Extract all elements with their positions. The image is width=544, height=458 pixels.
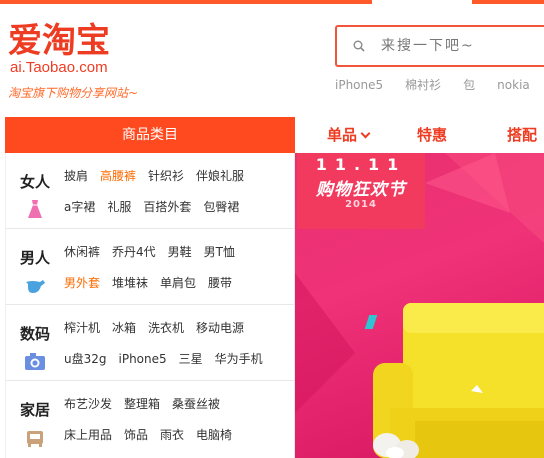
pipe-icon <box>26 280 45 293</box>
hot-word[interactable]: 包 <box>463 76 475 93</box>
category-link[interactable]: 饰品 <box>124 426 148 443</box>
category-link[interactable]: 三星 <box>179 350 203 367</box>
category-link[interactable]: 布艺沙发 <box>64 395 112 412</box>
category-link[interactable]: 堆堆袜 <box>112 274 148 291</box>
category-row: 床上用品 饰品 雨衣 电脑椅 <box>64 426 244 443</box>
logo-domain: ai.Taobao.com <box>10 59 108 76</box>
category-tab[interactable]: 商品类目 <box>5 117 295 153</box>
category-link[interactable]: u盘32g <box>64 350 107 367</box>
category-link[interactable]: 伴娘礼服 <box>196 167 244 184</box>
category-link[interactable]: 洗衣机 <box>148 319 184 336</box>
category-link[interactable]: 桑蚕丝被 <box>172 395 220 412</box>
sofa-image <box>373 303 544 458</box>
category-link[interactable]: 高腰裤 <box>100 167 136 184</box>
category-row: 男外套 堆堆袜 单肩包 腰带 <box>64 274 244 291</box>
category-link[interactable]: 休闲裤 <box>64 243 100 260</box>
nav-item-outfits[interactable]: 搭配 <box>507 117 537 153</box>
nav-item-deals[interactable]: 特惠 <box>417 117 447 153</box>
nav-item-label: 单品 <box>327 126 358 144</box>
category-name[interactable]: 女人 <box>20 171 50 192</box>
category-row: u盘32g iPhone5 三星 华为手机 <box>64 350 275 367</box>
category-row: 布艺沙发 整理箱 桑蚕丝被 <box>64 395 232 412</box>
top-accent-strip <box>0 0 544 4</box>
site-slogan: 淘宝旗下购物分享网站~ <box>8 86 139 100</box>
category-link[interactable]: 单肩包 <box>160 274 196 291</box>
search-icon <box>353 40 365 52</box>
category-link[interactable]: 披肩 <box>64 167 88 184</box>
category-link[interactable]: 腰带 <box>208 274 232 291</box>
category-link[interactable]: 男鞋 <box>168 243 192 260</box>
logo-text: 爱淘宝 <box>8 21 110 61</box>
category-link[interactable]: 百搭外套 <box>143 198 191 215</box>
category-name[interactable]: 数码 <box>20 323 50 344</box>
category-digital: 数码 榨汁机 冰箱 洗衣机 移动电源 u盘32g iPhone5 三星 华为手机 <box>6 305 294 381</box>
category-row: a字裙 礼服 百搭外套 包臀裙 <box>64 198 251 215</box>
camera-icon <box>25 353 45 370</box>
main-nav: 商品类目 单品 特惠 搭配 <box>0 117 544 153</box>
category-link[interactable]: 冰箱 <box>112 319 136 336</box>
category-link[interactable]: 乔丹4代 <box>112 243 156 260</box>
chevron-down-icon <box>360 128 371 139</box>
category-link[interactable]: a字裙 <box>64 198 95 215</box>
category-women: 女人 披肩 高腰裤 针织衫 伴娘礼服 a字裙 礼服 百搭外套 包臀裙 <box>6 153 294 229</box>
promo-banner[interactable]: 11.11 购物狂欢节 2014 <box>295 153 544 458</box>
logo[interactable]: 爱淘宝 ai.Taobao.com <box>8 22 148 82</box>
category-link[interactable]: iPhone5 <box>119 352 167 366</box>
category-link[interactable]: 雨衣 <box>160 426 184 443</box>
search-input[interactable] <box>381 35 541 57</box>
category-sidebar: 女人 披肩 高腰裤 针织衫 伴娘礼服 a字裙 礼服 百搭外套 包臀裙 男人 休闲裤 乔丹4代男… <box>5 153 295 458</box>
category-link[interactable]: 移动电源 <box>196 319 244 336</box>
category-row: 休闲裤 乔丹4代 男鞋 男T恤 <box>64 243 247 260</box>
hot-word[interactable]: iPhone5 <box>335 78 383 92</box>
nav-item-single[interactable]: 单品 <box>327 117 371 153</box>
category-link[interactable]: 礼服 <box>107 198 131 215</box>
category-link[interactable]: 男T恤 <box>204 243 235 260</box>
category-link[interactable]: 床上用品 <box>64 426 112 443</box>
category-link[interactable]: 整理箱 <box>124 395 160 412</box>
category-row: 榨汁机 冰箱 洗衣机 移动电源 <box>64 319 256 336</box>
category-home: 家居 布艺沙发 整理箱 桑蚕丝被 床上用品 饰品 雨衣 电脑椅 <box>6 381 294 457</box>
category-link[interactable]: 针织衫 <box>148 167 184 184</box>
category-name[interactable]: 男人 <box>20 247 50 268</box>
category-link[interactable]: 榨汁机 <box>64 319 100 336</box>
furniture-icon <box>27 431 43 447</box>
hot-word[interactable]: nokia <box>497 78 530 92</box>
dress-icon <box>28 200 42 218</box>
hot-search-words: iPhone5棉衬衫包nokiaip <box>335 76 544 93</box>
category-men: 男人 休闲裤 乔丹4代 男鞋 男T恤 男外套 堆堆袜 单肩包 腰带 <box>6 229 294 305</box>
category-link[interactable]: 电脑椅 <box>196 426 232 443</box>
category-name[interactable]: 家居 <box>20 399 50 420</box>
search-box[interactable] <box>335 25 544 67</box>
category-link[interactable]: 华为手机 <box>215 350 263 367</box>
hot-word[interactable]: 棉衬衫 <box>405 76 441 93</box>
category-link[interactable]: 包臀裙 <box>203 198 239 215</box>
category-link[interactable]: 男外套 <box>64 274 100 291</box>
category-row: 披肩 高腰裤 针织衫 伴娘礼服 <box>64 167 256 184</box>
